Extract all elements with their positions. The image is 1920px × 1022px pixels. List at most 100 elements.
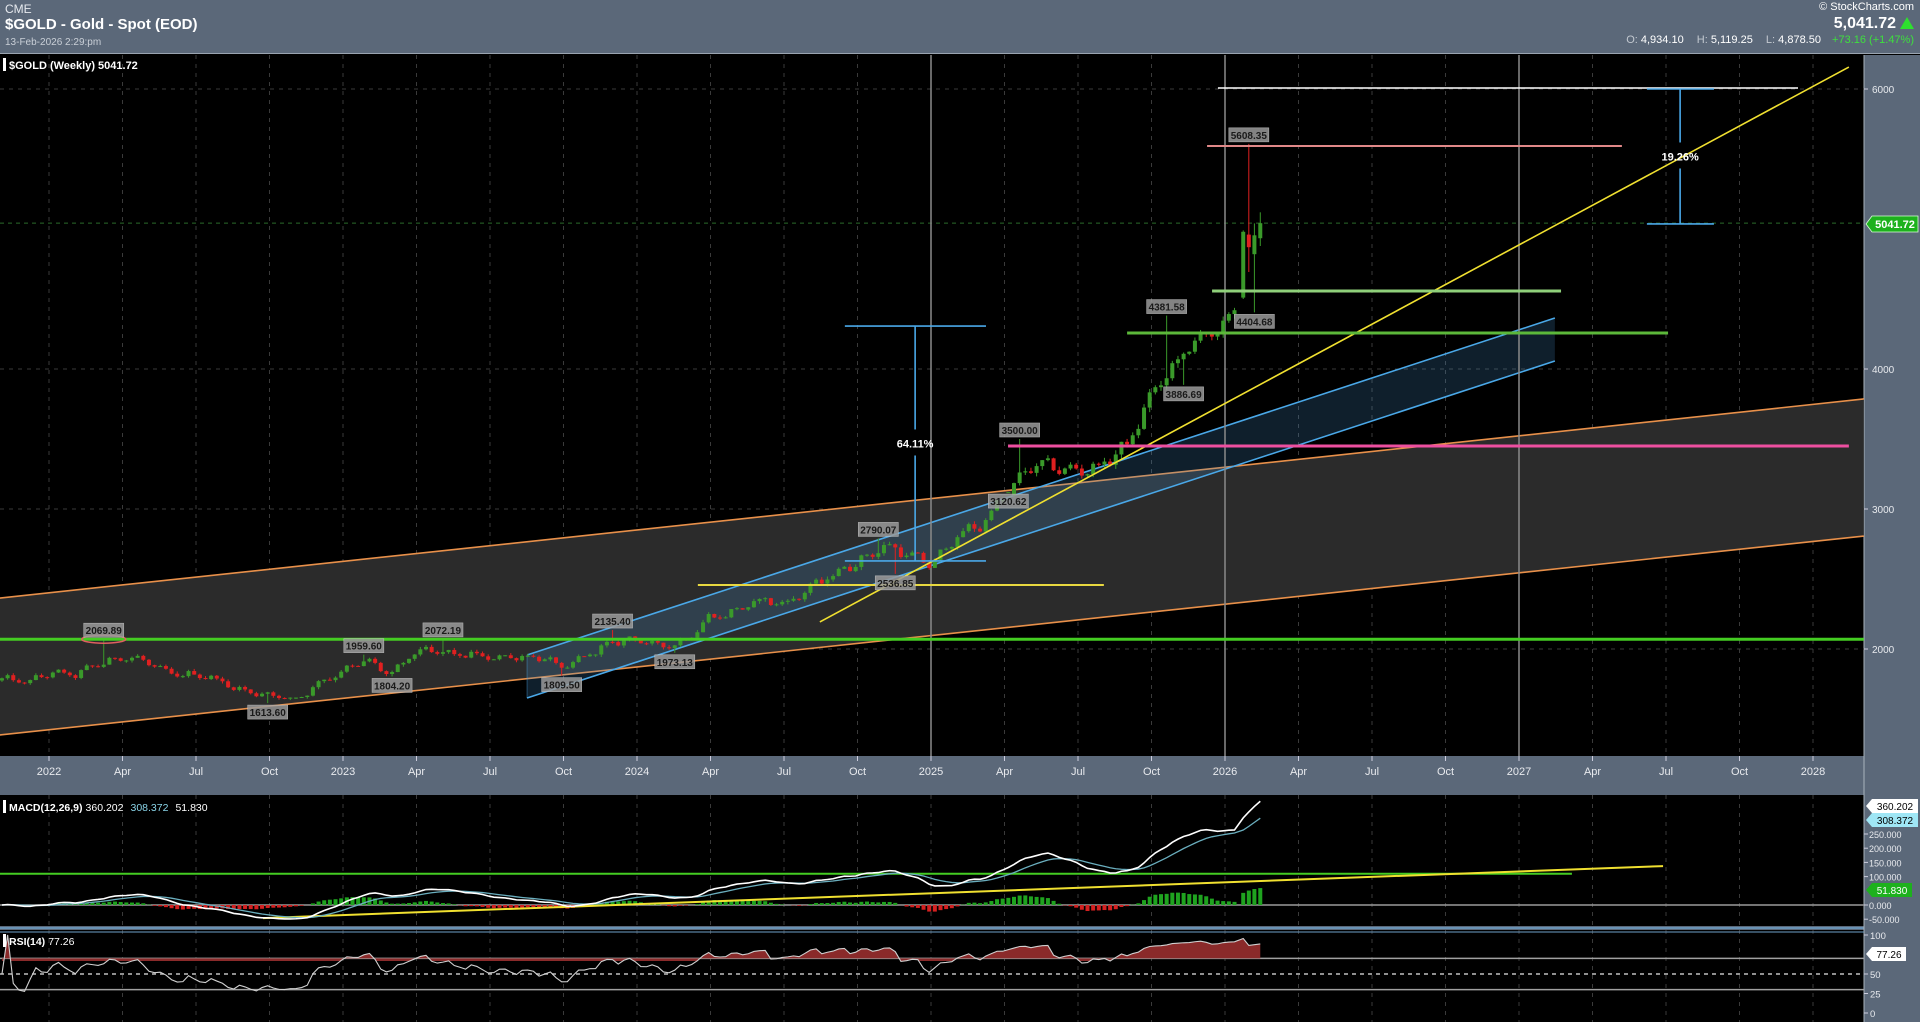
candle-body [395, 664, 400, 673]
macd-histogram-bar [1142, 900, 1147, 905]
candle-body [910, 552, 915, 556]
macd-histogram-bar [378, 900, 383, 905]
candle-body [1079, 468, 1084, 476]
candle-body [192, 671, 197, 675]
macd-histogram-bar [525, 905, 530, 908]
candle-body [356, 665, 361, 667]
candle-body [452, 649, 457, 655]
candle-body [67, 672, 72, 676]
candle-body [135, 655, 140, 658]
candle-body [344, 665, 349, 672]
price-label: 2536.85 [877, 579, 914, 590]
macd-histogram-bar [1147, 896, 1152, 905]
candle-body [503, 655, 508, 657]
candle-body [1040, 460, 1045, 467]
macd-histogram-bar [1252, 889, 1257, 905]
macd-tick-label: 100.000 [1869, 873, 1902, 883]
macd-histogram-bar [1153, 894, 1158, 905]
stockcharts-logo[interactable]: © StockCharts.com [1616, 1, 1914, 13]
candle-body [429, 646, 434, 653]
candle-body [1085, 474, 1090, 476]
date-axis [0, 756, 1920, 795]
candle-body [310, 687, 315, 696]
candle-body [644, 643, 649, 645]
candle-body [706, 613, 711, 623]
candle-body [491, 659, 496, 661]
macd-histogram-bar [260, 905, 265, 909]
candle-body [740, 608, 745, 610]
x-tick-label: Jul [1659, 766, 1673, 778]
rsi-panel[interactable] [0, 930, 1864, 1022]
candle-body [548, 657, 553, 660]
macd-histogram-bar [531, 905, 536, 908]
price-label: 4381.58 [1149, 303, 1186, 314]
candle-body [107, 657, 112, 665]
macd-histogram-bar [831, 902, 836, 905]
candle-body [1153, 387, 1158, 393]
macd-histogram-bar [96, 902, 101, 905]
candle-body [197, 674, 202, 679]
signal-value-marker: 308.372 [1866, 813, 1918, 827]
price-label: 2790.07 [860, 525, 897, 536]
candle-body [423, 646, 428, 650]
candle-body [1192, 340, 1197, 352]
macd-histogram-bar [390, 903, 395, 905]
candle-body [446, 649, 451, 653]
candle-body [870, 554, 875, 557]
candle-body [1187, 351, 1192, 354]
candle-body [1170, 363, 1175, 379]
macd-tick-label: -50.000 [1869, 915, 1900, 925]
candle-body [5, 675, 10, 679]
macd-histogram-bar [1258, 888, 1263, 905]
candle-body [864, 554, 869, 556]
signal-value-label: 308.372 [1877, 816, 1914, 827]
candle-body [1051, 458, 1056, 471]
candle-body [1164, 378, 1169, 386]
macd-histogram-bar [848, 902, 853, 905]
hist-value-label: 51.830 [1877, 886, 1908, 897]
macd-histogram-bar [1175, 892, 1180, 905]
candle-body [118, 658, 123, 661]
y-tick-label: 6000 [1872, 85, 1895, 96]
candle-body [1241, 231, 1246, 298]
candle-body [797, 598, 802, 600]
x-tick-label: Apr [1584, 766, 1601, 778]
macd-histogram-bar [819, 903, 824, 905]
x-tick-label: 2025 [919, 766, 943, 778]
macd-tick-label: 200.000 [1869, 844, 1902, 854]
macd-histogram-bar [395, 903, 400, 905]
macd-histogram-bar [101, 902, 106, 905]
macd-histogram-bar [1198, 894, 1203, 905]
macd-histogram-bar [1119, 905, 1124, 907]
candle-body [28, 680, 33, 684]
candle-body [1252, 235, 1257, 255]
candle-body [457, 654, 462, 656]
x-tick-label: Apr [1290, 766, 1307, 778]
candle-body [1023, 471, 1028, 473]
candle-body [1142, 407, 1147, 429]
open-value: 4,934.10 [1640, 34, 1684, 46]
macd-histogram-bar [1232, 901, 1237, 905]
candle-body [1006, 492, 1011, 494]
macd-histogram-bar [248, 905, 253, 910]
x-tick-label: Oct [555, 766, 572, 778]
candle-body [152, 665, 157, 667]
candle-body [1074, 464, 1079, 469]
candle-body [299, 696, 304, 698]
candle-body [1102, 461, 1107, 465]
candle-body [327, 679, 332, 681]
macd-histogram-bar [316, 901, 321, 905]
macd-tick-label: 0.000 [1869, 901, 1892, 911]
candle-body [62, 669, 67, 673]
macd-histogram-bar [327, 899, 332, 905]
candle-body [226, 681, 231, 688]
x-tick-label: Apr [408, 766, 425, 778]
macd-histogram-bar [1158, 894, 1163, 905]
macd-marker [3, 800, 6, 813]
macd-histogram-bar [503, 905, 508, 908]
title-marker [3, 58, 6, 71]
macd-histogram-bar [141, 903, 146, 905]
price-label: 1809.50 [544, 681, 581, 692]
macd-histogram-bar [938, 905, 943, 911]
macd-value-label: 360.202 [1877, 802, 1914, 813]
